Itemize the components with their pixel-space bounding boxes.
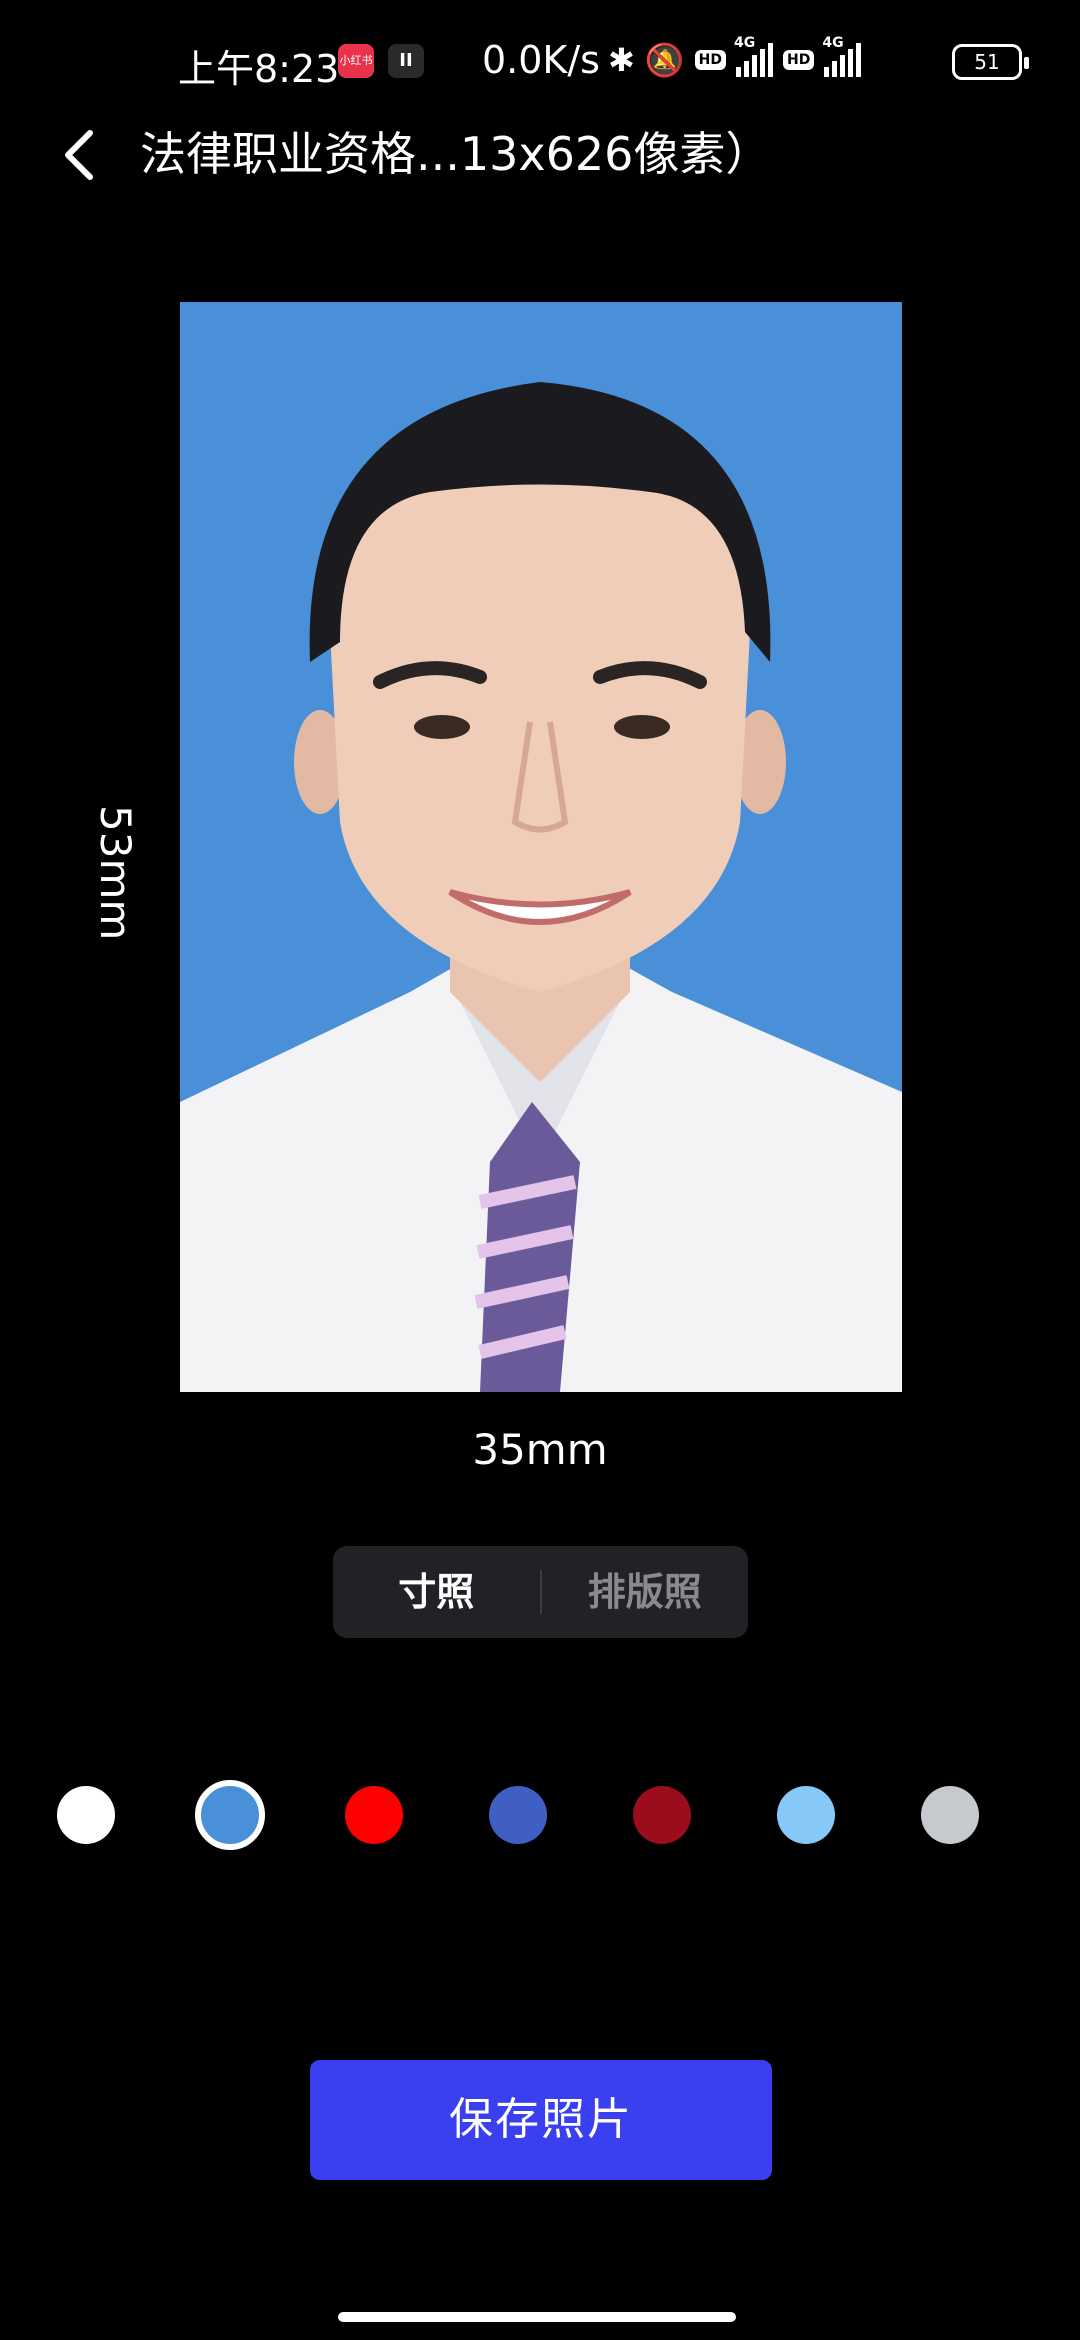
status-bar: 上午8:23 小红书 II 0.0K/s ✱ 🔕 HD 4G HD 4G 51 [0, 0, 1080, 120]
color-swatch-light-blue[interactable] [777, 1786, 835, 1844]
color-swatch-red[interactable] [345, 1786, 403, 1844]
hd-icon: HD [694, 50, 726, 70]
color-swatch-dark-blue[interactable] [489, 1786, 547, 1844]
id-photo [180, 302, 902, 1392]
id-photo-preview-screen: 上午8:23 小红书 II 0.0K/s ✱ 🔕 HD 4G HD 4G 51 … [0, 0, 1080, 2340]
color-swatch-dark-red[interactable] [633, 1786, 691, 1844]
home-indicator[interactable] [338, 2312, 736, 2322]
network-type-label: 4G [734, 35, 756, 51]
chevron-left-icon [65, 130, 93, 180]
app-notification-icon: 小红书 [338, 44, 374, 78]
status-time: 上午8:23 [178, 47, 340, 91]
id-photo-portrait [180, 382, 902, 1392]
pause-icon: II [388, 44, 424, 78]
color-swatch-blue[interactable] [195, 1780, 265, 1850]
color-swatch-white[interactable] [57, 1786, 115, 1844]
photo-width-label: 35mm [472, 1425, 608, 1474]
mute-icon: 🔕 [644, 41, 685, 79]
tab-layout-photo[interactable]: 排版照 [542, 1546, 749, 1638]
save-photo-button[interactable]: 保存照片 [310, 2060, 772, 2180]
tab-single-photo[interactable]: 寸照 [333, 1546, 540, 1638]
signal-icon: 4G [734, 35, 773, 77]
photo-height-label: 53mm [91, 805, 140, 941]
signal-icon-2: 4G [822, 35, 862, 77]
background-color-picker [0, 1780, 1080, 1856]
battery-icon: 51 [952, 44, 1029, 80]
network-speed: 0.0K/s [482, 38, 600, 82]
status-icons: ✱ 🔕 HD 4G HD 4G [608, 35, 862, 80]
bluetooth-icon: ✱ [608, 41, 635, 79]
hd-icon-2: HD [783, 50, 815, 70]
page-title: 法律职业资格...13x626像素） [140, 127, 772, 181]
photo-type-toggle: 寸照 排版照 [333, 1546, 748, 1638]
back-button[interactable] [50, 120, 110, 190]
network-type-label-2: 4G [822, 35, 844, 51]
color-swatch-gray[interactable] [921, 1786, 979, 1844]
